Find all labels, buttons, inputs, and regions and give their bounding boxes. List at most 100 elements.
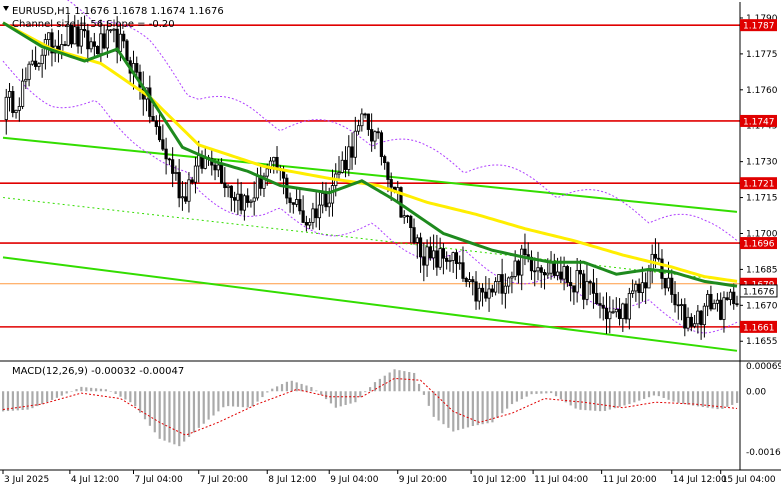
candle-bull (347, 146, 351, 170)
candle-bear (167, 158, 171, 161)
chart-canvas[interactable]: 1.17901.17751.17601.17451.17301.17151.17… (0, 0, 781, 489)
macd-bar (525, 391, 528, 397)
time-tick-label: 14 Jul 12:00 (673, 475, 727, 485)
macd-bar (41, 391, 44, 405)
candle-bull (634, 283, 638, 292)
candle-bull (216, 164, 220, 171)
candle-bull (546, 272, 550, 276)
macd-bar (75, 389, 78, 392)
candle-bear (164, 148, 168, 160)
candle-bear (298, 199, 302, 212)
macd-bar (310, 387, 313, 392)
candle-bull (493, 281, 498, 293)
candle-bear (190, 179, 194, 183)
candle-bull (451, 252, 455, 261)
macd-bar (457, 391, 460, 431)
candle-bear (405, 215, 410, 218)
macd-bar (143, 391, 147, 420)
candle-bear (125, 40, 129, 62)
macd-bar (94, 388, 98, 392)
macd-bar (344, 391, 347, 405)
time-tick-label: 15 Jul 04:00 (722, 475, 776, 485)
candle-bull (40, 54, 44, 65)
price-tick-label: 1.1655 (746, 337, 778, 347)
candle-bear (291, 202, 295, 205)
macd-bar (334, 391, 337, 408)
candle-bull (513, 260, 517, 277)
trading-chart[interactable]: 1.17901.17751.17601.17451.17301.17151.17… (0, 0, 781, 489)
candle-bull (242, 195, 247, 211)
candle-bear (383, 156, 387, 164)
time-tick-label: 7 Jul 20:00 (200, 475, 249, 485)
candle-bull (706, 293, 710, 307)
macd-bar (373, 382, 377, 392)
candle-bull (249, 200, 253, 203)
candle-bear (122, 33, 126, 42)
candle-bull (373, 131, 377, 142)
macd-bar (545, 391, 548, 394)
candle-bull (99, 33, 103, 55)
candle-bear (161, 139, 165, 150)
macd-bar (721, 391, 724, 409)
macd-bar (359, 391, 362, 398)
macd-bar (80, 386, 83, 392)
candle-bear (366, 113, 370, 130)
macd-bar (134, 391, 137, 407)
candle-bear (412, 227, 416, 243)
macd-bar (256, 391, 259, 402)
macd-bar (90, 387, 93, 392)
candle-bear (86, 30, 90, 50)
macd-bar (427, 391, 430, 406)
macd-bar (26, 391, 29, 410)
macd-bar (413, 372, 416, 392)
macd-bar (550, 391, 553, 394)
candle-bear (480, 287, 485, 293)
macd-bar (329, 391, 333, 404)
macd-bar (305, 385, 308, 392)
candle-bear (223, 182, 227, 189)
macd-bar (442, 391, 445, 425)
candle-bear (288, 197, 292, 204)
macd-bar (598, 391, 602, 412)
candle-bear (653, 253, 658, 259)
symbol-info: EURUSD,H1 1.1676 1.1678 1.1674 1.1676 (12, 6, 224, 17)
candle-bull (180, 196, 185, 199)
candle-bull (510, 276, 514, 279)
candle-bear (461, 262, 465, 279)
candle-bull (47, 32, 51, 40)
candle-bull (311, 208, 315, 223)
macd-bar (261, 391, 264, 398)
candle-bull (686, 316, 690, 329)
candle-bull (118, 33, 123, 52)
candle-bull (14, 109, 18, 113)
macd-bar (369, 387, 372, 392)
macd-bar (36, 391, 39, 407)
candle-bear (219, 164, 224, 184)
macd-bar (192, 391, 196, 433)
macd-bar (70, 391, 73, 392)
candle-bear (490, 288, 494, 293)
macd-bar (736, 391, 739, 403)
candle-bear (389, 179, 393, 188)
candle-bull (308, 222, 312, 226)
macd-bar (466, 391, 470, 428)
macd-bar (579, 391, 582, 410)
macd-bar (554, 391, 558, 397)
macd-bar (104, 389, 107, 392)
candle-bear (516, 260, 521, 276)
candle-bear (428, 246, 432, 259)
candle-bull (614, 308, 618, 313)
candle-bull (360, 113, 364, 127)
macd-bar (432, 391, 435, 417)
candle-bull (631, 290, 635, 294)
macd-bar (55, 391, 59, 398)
candle-bear (102, 33, 106, 49)
macd-bar (515, 391, 518, 402)
candle-bull (647, 270, 651, 289)
level-tag-label: 1.1787 (743, 22, 775, 32)
candle-bull (79, 28, 83, 47)
macd-bar (231, 391, 235, 407)
macd-bar (613, 391, 616, 409)
macd-bar (21, 391, 24, 411)
candle-bull (621, 303, 625, 319)
